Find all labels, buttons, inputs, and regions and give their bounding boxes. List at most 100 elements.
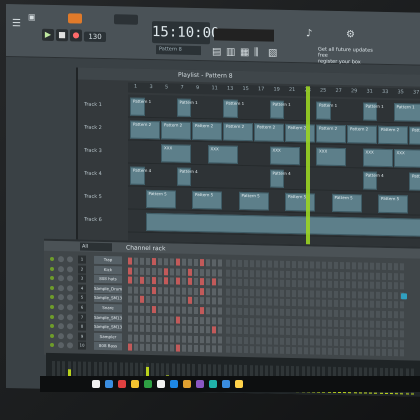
step-button[interactable] xyxy=(328,319,332,327)
pan-knob[interactable] xyxy=(58,323,64,330)
step-button[interactable] xyxy=(250,308,254,316)
piano-roll-icon[interactable]: ▥ xyxy=(226,47,235,58)
snap-selector[interactable] xyxy=(114,14,138,25)
step-button[interactable] xyxy=(340,329,344,337)
step-button[interactable] xyxy=(400,301,404,309)
step-button[interactable] xyxy=(382,262,386,270)
step-button[interactable] xyxy=(376,291,380,299)
step-button[interactable] xyxy=(328,348,332,356)
step-button[interactable] xyxy=(170,306,174,314)
step-button[interactable] xyxy=(274,327,278,335)
step-button[interactable] xyxy=(370,272,374,280)
step-button[interactable] xyxy=(170,277,174,285)
step-button[interactable] xyxy=(364,348,368,356)
plus-icon[interactable] xyxy=(401,293,407,300)
step-button[interactable] xyxy=(268,270,272,278)
taskbar-app-icon[interactable] xyxy=(209,380,217,388)
step-button[interactable] xyxy=(218,326,222,334)
step-button[interactable] xyxy=(188,258,192,266)
step-button[interactable] xyxy=(370,281,374,289)
step-button[interactable] xyxy=(176,325,180,333)
step-button[interactable] xyxy=(182,297,186,305)
step-button[interactable] xyxy=(394,320,398,328)
step-button[interactable] xyxy=(268,337,272,345)
step-button[interactable] xyxy=(328,338,332,346)
step-button[interactable] xyxy=(226,326,230,334)
step-button[interactable] xyxy=(238,336,242,344)
step-button[interactable] xyxy=(376,320,380,328)
step-button[interactable] xyxy=(316,347,320,355)
step-button[interactable] xyxy=(232,326,236,335)
step-button[interactable] xyxy=(128,295,132,304)
step-button[interactable] xyxy=(170,296,174,304)
step-button[interactable] xyxy=(164,325,168,333)
step-button[interactable] xyxy=(212,336,216,344)
step-button[interactable] xyxy=(212,326,216,334)
step-button[interactable] xyxy=(158,306,162,314)
step-button[interactable] xyxy=(188,268,192,276)
step-button[interactable] xyxy=(226,307,230,315)
step-button[interactable] xyxy=(206,335,210,344)
mixer-track-number[interactable]: 2 xyxy=(78,265,86,274)
taskbar-app-icon[interactable] xyxy=(235,380,243,388)
step-button[interactable] xyxy=(238,307,242,315)
pan-knob[interactable] xyxy=(58,332,64,340)
step-button[interactable] xyxy=(358,281,362,289)
step-button[interactable] xyxy=(280,327,284,336)
channel-name-button[interactable]: Snare xyxy=(94,303,122,313)
pattern-clip[interactable]: Pattern 2 xyxy=(378,125,408,145)
step-button[interactable] xyxy=(340,271,344,279)
step-button[interactable] xyxy=(346,262,350,270)
step-button[interactable] xyxy=(334,290,338,298)
step-button[interactable] xyxy=(200,287,204,295)
step-button[interactable] xyxy=(164,306,168,314)
pattern-clip[interactable]: Pattern 5 xyxy=(238,191,269,211)
mixer-track-number[interactable]: 3 xyxy=(78,274,86,283)
step-button[interactable] xyxy=(218,297,222,305)
step-button[interactable] xyxy=(170,268,174,276)
step-button[interactable] xyxy=(400,311,404,319)
channel-filter-select[interactable]: All xyxy=(80,242,112,252)
channel-led[interactable] xyxy=(50,343,54,348)
step-button[interactable] xyxy=(164,315,168,323)
track-name[interactable]: Track 3 xyxy=(84,148,126,155)
step-button[interactable] xyxy=(140,334,144,342)
step-button[interactable] xyxy=(280,299,284,307)
step-button[interactable] xyxy=(352,339,356,347)
step-button[interactable] xyxy=(358,291,362,299)
step-button[interactable] xyxy=(140,305,144,313)
step-button[interactable] xyxy=(280,260,284,268)
step-button[interactable] xyxy=(394,339,398,348)
tempo-display[interactable]: 130 xyxy=(84,31,106,43)
taskbar-app-icon[interactable] xyxy=(92,380,100,388)
step-button[interactable] xyxy=(244,298,248,306)
step-button[interactable] xyxy=(218,345,222,353)
step-button[interactable] xyxy=(328,328,332,337)
step-button[interactable] xyxy=(250,327,254,335)
step-button[interactable] xyxy=(358,348,362,356)
volume-knob[interactable] xyxy=(67,294,73,301)
step-button[interactable] xyxy=(134,315,138,323)
pattern-clip[interactable]: Pattern 5 xyxy=(145,189,176,209)
step-button[interactable] xyxy=(232,259,236,267)
channel-led[interactable] xyxy=(50,256,54,262)
step-button[interactable] xyxy=(316,290,320,298)
step-button[interactable] xyxy=(316,309,320,317)
step-button[interactable] xyxy=(370,320,374,328)
playlist-icon[interactable]: ▤ xyxy=(212,46,221,57)
step-button[interactable] xyxy=(194,345,198,353)
step-button[interactable] xyxy=(250,269,254,277)
step-button[interactable] xyxy=(152,306,156,314)
step-button[interactable] xyxy=(182,287,186,295)
mixer-track-number[interactable]: 4 xyxy=(78,284,86,293)
step-button[interactable] xyxy=(128,343,132,352)
step-button[interactable] xyxy=(400,340,404,348)
step-button[interactable] xyxy=(206,268,210,276)
step-button[interactable] xyxy=(226,345,230,354)
step-button[interactable] xyxy=(128,276,132,284)
pattern-clip[interactable]: Pattern 4 xyxy=(130,166,151,185)
step-button[interactable] xyxy=(298,318,302,326)
step-button[interactable] xyxy=(244,288,248,296)
taskbar-app-icon[interactable] xyxy=(170,380,178,388)
step-button[interactable] xyxy=(352,319,356,327)
